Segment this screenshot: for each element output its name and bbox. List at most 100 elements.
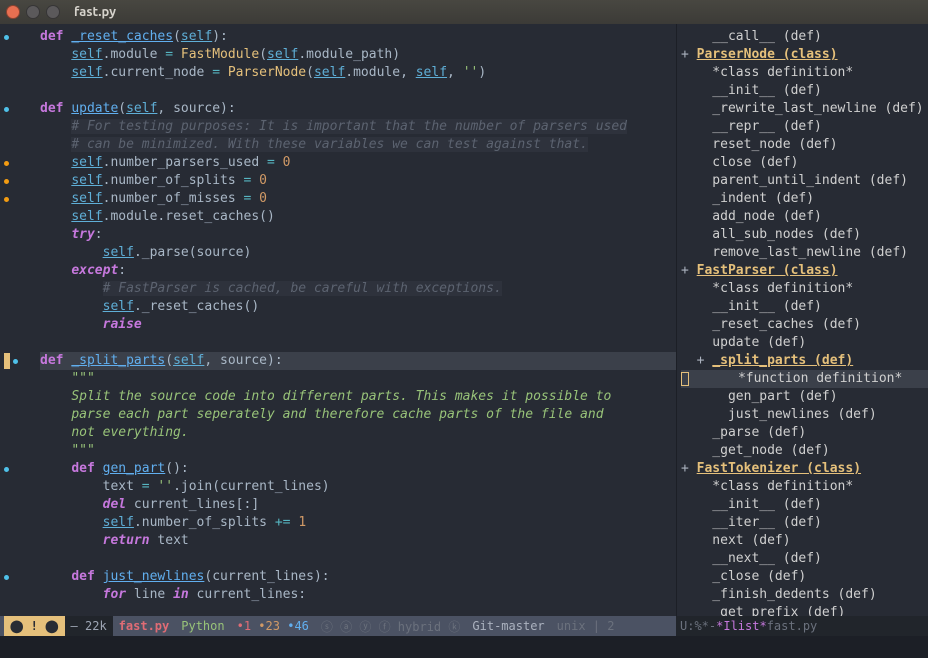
outline-item[interactable]: __init__ (def) [681, 82, 928, 100]
outline-item[interactable]: *function definition* [681, 370, 928, 388]
editor-code[interactable]: def _reset_caches(self): self.module = F… [30, 24, 676, 616]
modeline-flycheck-indicator[interactable]: ⬤ ! ⬤ [4, 616, 65, 636]
outline-item[interactable]: _indent (def) [681, 190, 928, 208]
code-line[interactable]: # can be minimized. With these variables… [40, 136, 676, 154]
code-line[interactable]: """ [40, 370, 676, 388]
outline-item[interactable]: reset_node (def) [681, 136, 928, 154]
modeline-minor-modes[interactable]: ⓢ ⓐ ⓨ ⓕ hybrid ⓚ [315, 616, 466, 636]
outline-item[interactable]: all_sub_nodes (def) [681, 226, 928, 244]
code-line[interactable]: self.number_of_misses = 0 [40, 190, 676, 208]
modeline-major-mode[interactable]: Python [175, 616, 230, 636]
outline-item[interactable]: close (def) [681, 154, 928, 172]
gutter-row [0, 334, 30, 352]
modeline-position: — 22k [65, 616, 113, 636]
modeline-errors[interactable]: •1 •23 •46 [231, 616, 315, 636]
modeline-right-buffer: *Ilist* [716, 619, 767, 633]
outline-item[interactable]: next (def) [681, 532, 928, 550]
outline-item[interactable]: __call__ (def) [681, 28, 928, 46]
outline-item[interactable]: *class definition* [681, 280, 928, 298]
editor-gutter [0, 24, 30, 616]
outline-item[interactable]: + FastParser (class) [681, 262, 928, 280]
minibuffer[interactable] [0, 636, 928, 658]
code-line[interactable]: parse each part seperately and therefore… [40, 406, 676, 424]
code-line[interactable]: def just_newlines(current_lines): [40, 568, 676, 586]
orange-dot-icon [4, 161, 9, 166]
code-line[interactable]: self._parse(source) [40, 244, 676, 262]
modeline-right-file: fast.py [767, 619, 818, 633]
code-line[interactable]: def _split_parts(self, source): [40, 352, 676, 370]
window-minimize-button[interactable] [26, 5, 40, 19]
outline-item[interactable]: add_node (def) [681, 208, 928, 226]
gutter-row [0, 442, 30, 460]
gutter-row [0, 568, 30, 586]
outline-item[interactable]: just_newlines (def) [681, 406, 928, 424]
code-line[interactable]: return text [40, 532, 676, 550]
code-line[interactable]: # FastParser is cached, be careful with … [40, 280, 676, 298]
code-line[interactable] [40, 334, 676, 352]
outline-item[interactable]: __repr__ (def) [681, 118, 928, 136]
gutter-row [0, 208, 30, 226]
blue-dot-icon [4, 35, 9, 40]
outline-item[interactable]: *class definition* [681, 64, 928, 82]
code-line[interactable] [40, 550, 676, 568]
code-line[interactable]: self.number_of_splits += 1 [40, 514, 676, 532]
gutter-row [0, 496, 30, 514]
code-line[interactable]: text = ''.join(current_lines) [40, 478, 676, 496]
code-line[interactable]: try: [40, 226, 676, 244]
gutter-row [0, 244, 30, 262]
gutter-row [0, 82, 30, 100]
code-line[interactable]: """ [40, 442, 676, 460]
blue-dot-icon [4, 467, 9, 472]
modeline-encoding: unix | 2 [551, 616, 621, 636]
outline-item[interactable]: __init__ (def) [681, 298, 928, 316]
outline-item[interactable]: _get_node (def) [681, 442, 928, 460]
outline-item[interactable]: remove_last_newline (def) [681, 244, 928, 262]
outline-item[interactable]: _parse (def) [681, 424, 928, 442]
code-line[interactable]: del current_lines[:] [40, 496, 676, 514]
gutter-row [0, 460, 30, 478]
outline-item[interactable]: _get_prefix (def) [681, 604, 928, 616]
code-line[interactable]: self.current_node = ParserNode(self.modu… [40, 64, 676, 82]
outline-item[interactable]: + _split_parts (def) [681, 352, 928, 370]
code-line[interactable]: self._reset_caches() [40, 298, 676, 316]
window-maximize-button[interactable] [46, 5, 60, 19]
code-line[interactable]: not everything. [40, 424, 676, 442]
code-line[interactable]: def _reset_caches(self): [40, 28, 676, 46]
outline-item[interactable]: + FastTokenizer (class) [681, 460, 928, 478]
outline-item[interactable]: _finish_dedents (def) [681, 586, 928, 604]
outline-item[interactable]: *class definition* [681, 478, 928, 496]
code-line[interactable]: # For testing purposes: It is important … [40, 118, 676, 136]
code-line[interactable]: self.number_of_splits = 0 [40, 172, 676, 190]
outline-item[interactable]: gen_part (def) [681, 388, 928, 406]
code-line[interactable]: raise [40, 316, 676, 334]
outline-item[interactable]: update (def) [681, 334, 928, 352]
outline-item[interactable]: __init__ (def) [681, 496, 928, 514]
modeline-vcs[interactable]: Git-master [466, 616, 550, 636]
outline-item[interactable]: _rewrite_last_newline (def) [681, 100, 928, 118]
gutter-row [0, 64, 30, 82]
code-line[interactable]: self.module = FastModule(self.module_pat… [40, 46, 676, 64]
code-line[interactable]: Split the source code into different par… [40, 388, 676, 406]
outline-item[interactable]: _close (def) [681, 568, 928, 586]
outline-item[interactable]: __next__ (def) [681, 550, 928, 568]
outline-item[interactable]: + ParserNode (class) [681, 46, 928, 64]
code-line[interactable]: except: [40, 262, 676, 280]
code-line[interactable]: self.module.reset_caches() [40, 208, 676, 226]
gutter-row [0, 262, 30, 280]
code-line[interactable]: for line in current_lines: [40, 586, 676, 604]
outline-pane[interactable]: __call__ (def)+ ParserNode (class) *clas… [676, 24, 928, 616]
code-line[interactable]: def update(self, source): [40, 100, 676, 118]
outline-item[interactable]: __iter__ (def) [681, 514, 928, 532]
editor-pane[interactable]: def _reset_caches(self): self.module = F… [0, 24, 676, 616]
outline-item[interactable]: parent_until_indent (def) [681, 172, 928, 190]
outline-item[interactable]: _reset_caches (def) [681, 316, 928, 334]
window-close-button[interactable] [6, 5, 20, 19]
main-area: def _reset_caches(self): self.module = F… [0, 24, 928, 616]
gutter-row [0, 406, 30, 424]
code-line[interactable]: self.number_parsers_used = 0 [40, 154, 676, 172]
gutter-row [0, 424, 30, 442]
code-line[interactable] [40, 82, 676, 100]
modeline-filename[interactable]: fast.py [113, 616, 176, 636]
code-line[interactable]: def gen_part(): [40, 460, 676, 478]
gutter-row [0, 370, 30, 388]
